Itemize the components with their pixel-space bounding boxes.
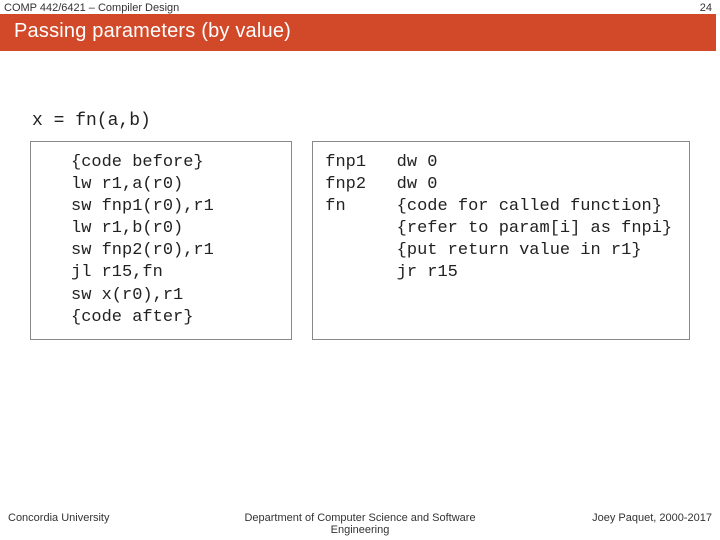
course-label: COMP 442/6421 – Compiler Design [4,2,179,14]
content-area: x = fn(a,b) {code before} lw r1,a(r0) sw… [0,51,720,340]
footer-left: Concordia University [8,512,243,536]
code-boxes: {code before} lw r1,a(r0) sw fnp1(r0),r1… [30,141,690,340]
slide-title: Passing parameters (by value) [0,14,716,51]
footer: Concordia University Department of Compu… [0,512,720,536]
caller-code-box: {code before} lw r1,a(r0) sw fnp1(r0),r1… [30,141,292,340]
footer-right: Joey Paquet, 2000-2017 [477,512,712,536]
callee-code-box: fnp1 dw 0 fnp2 dw 0 fn {code for called … [312,141,690,340]
slide-number: 24 [700,2,712,14]
footer-center: Department of Computer Science and Softw… [243,512,478,536]
top-bar: COMP 442/6421 – Compiler Design 24 [0,0,720,14]
call-expression: x = fn(a,b) [30,111,690,131]
